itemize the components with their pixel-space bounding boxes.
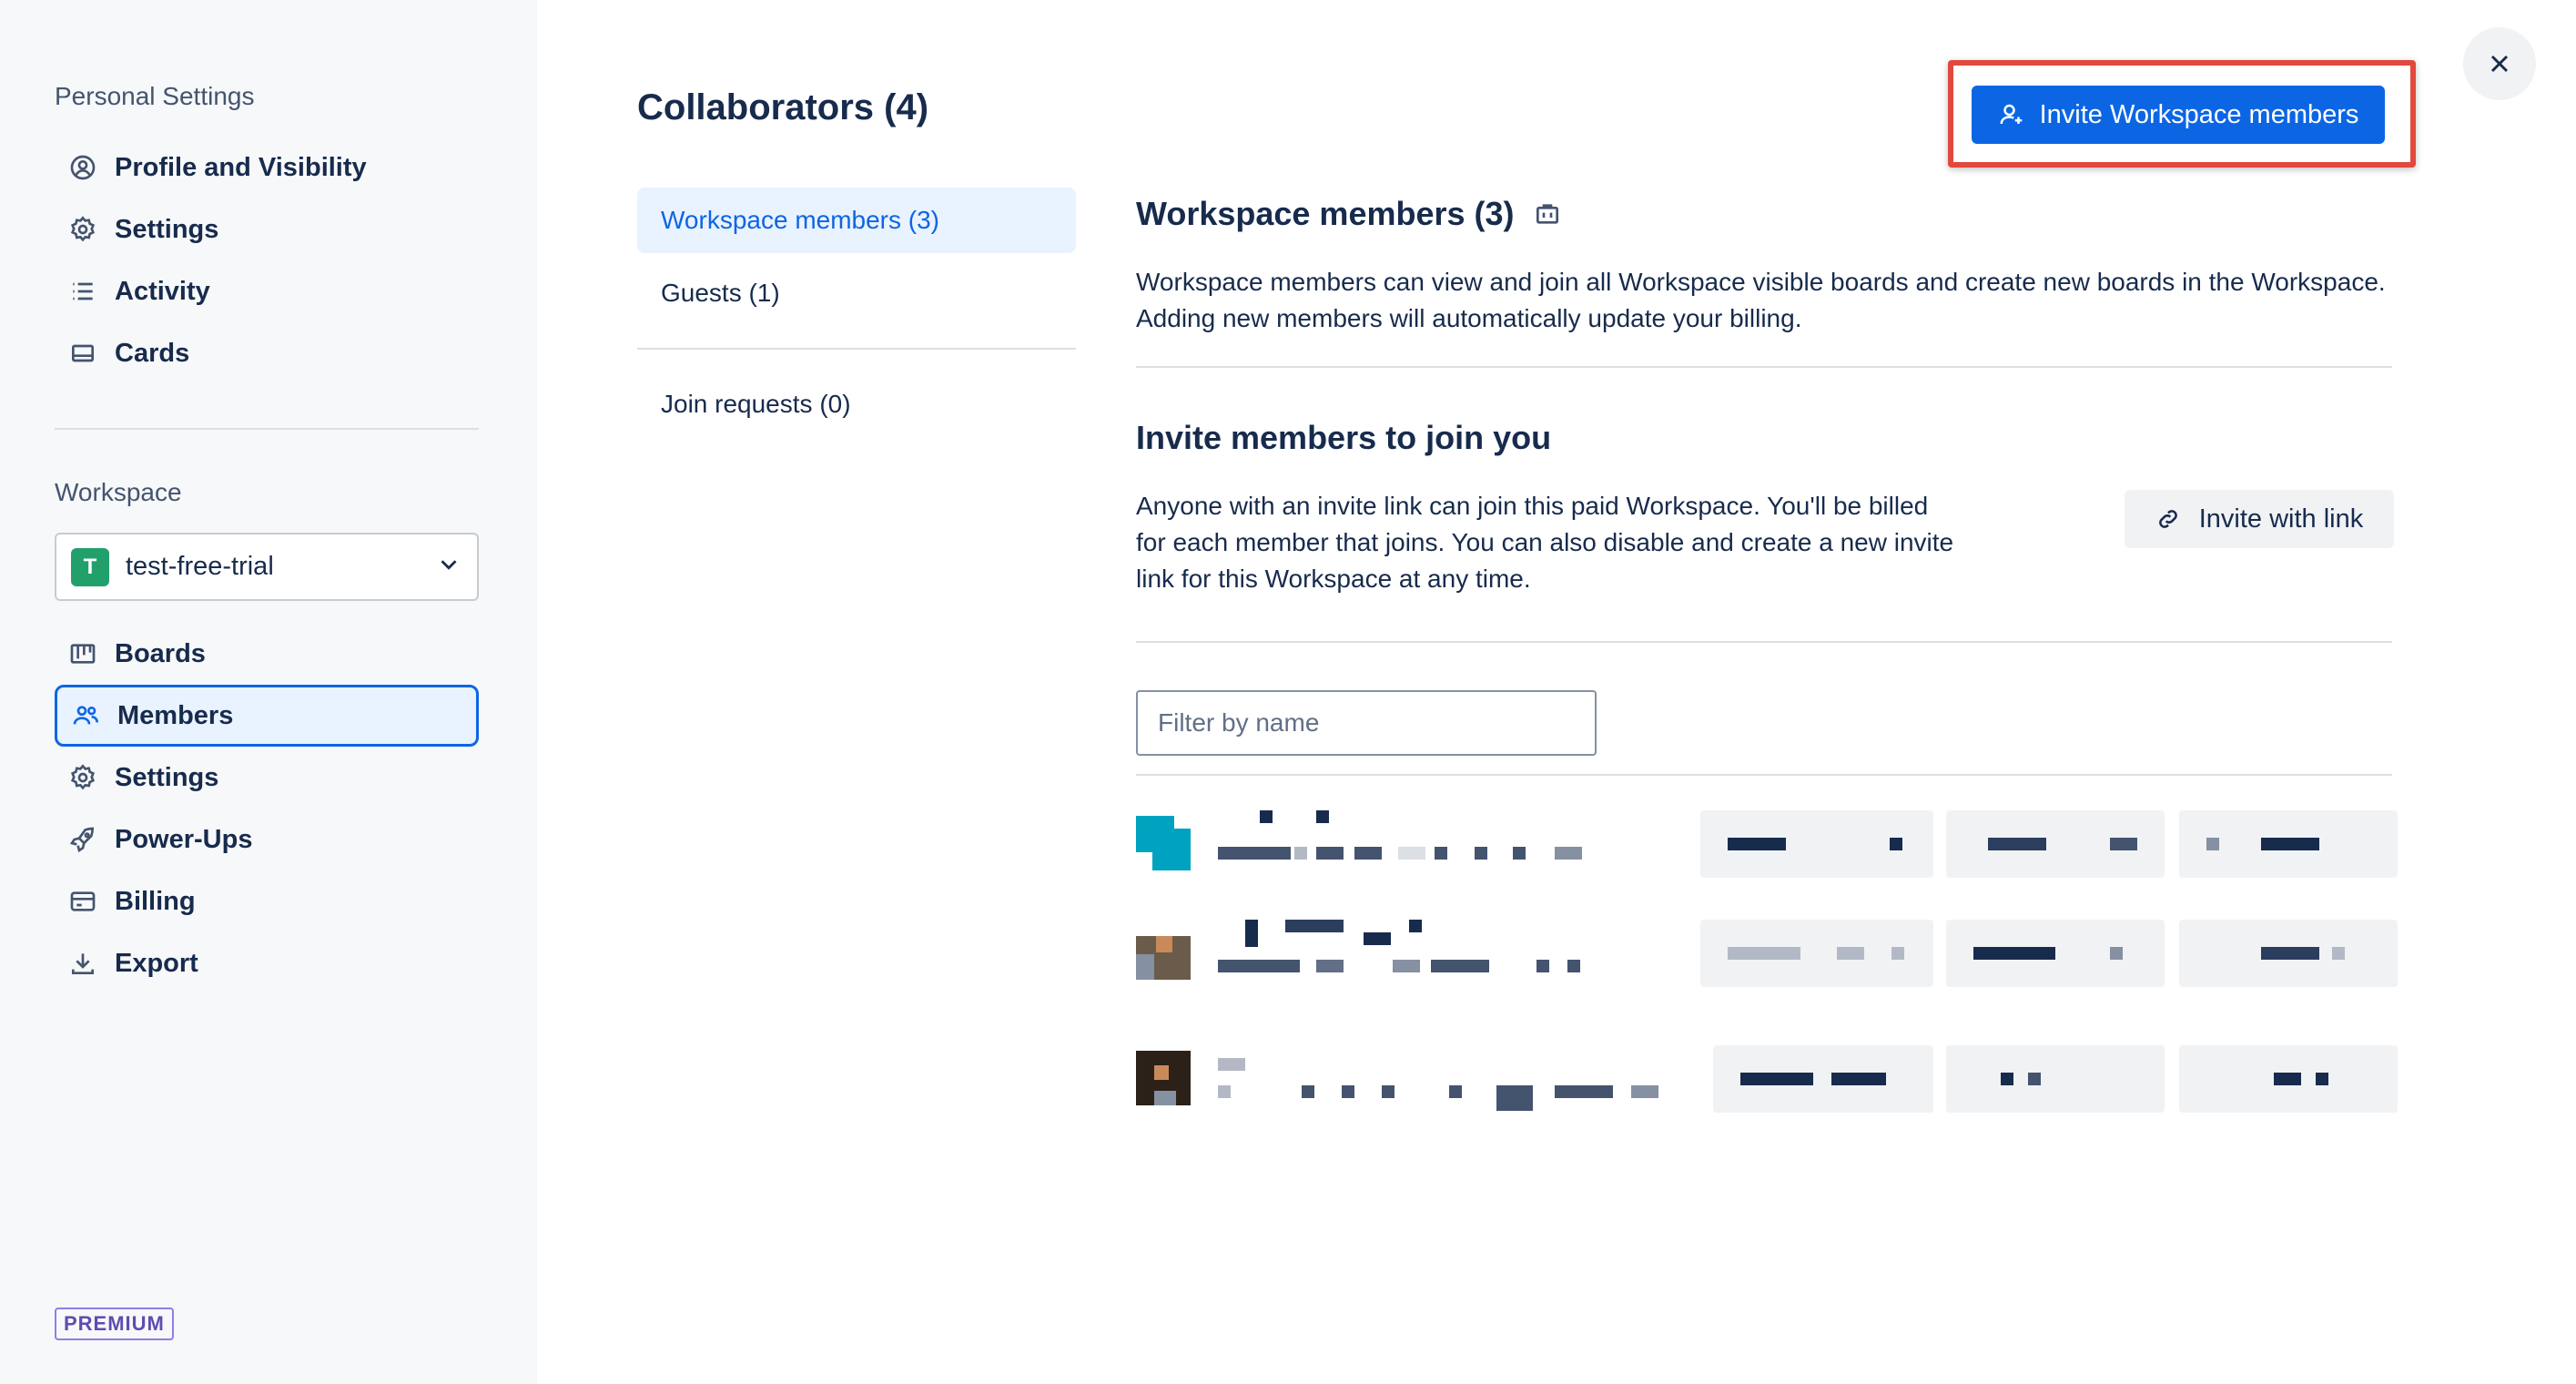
sidebar-item-label: Profile and Visibility bbox=[115, 152, 367, 182]
workspace-members-description: Workspace members can view and join all … bbox=[1136, 268, 2386, 332]
workspace-members-heading: Workspace members (3) bbox=[1136, 195, 1562, 233]
card-icon bbox=[67, 338, 98, 369]
sidebar-item-label: Billing bbox=[115, 886, 196, 916]
list-icon bbox=[67, 276, 98, 307]
sidebar-item-label: Members bbox=[117, 700, 234, 730]
download-icon bbox=[67, 948, 98, 979]
sidebar-item-label: Power-Ups bbox=[115, 824, 253, 854]
sidebar-item-billing[interactable]: Billing bbox=[55, 870, 479, 932]
member-cell-redacted bbox=[1713, 1045, 1933, 1113]
briefcase-info-icon[interactable] bbox=[1533, 199, 1562, 229]
sidebar-item-personal-settings[interactable]: Settings bbox=[55, 198, 479, 260]
link-icon bbox=[2158, 510, 2177, 528]
invite-workspace-members-button[interactable]: Invite Workspace members bbox=[1972, 86, 2385, 144]
workspace-select[interactable]: T test-free-trial bbox=[55, 533, 479, 601]
avatar bbox=[1136, 925, 1191, 980]
credit-card-icon bbox=[67, 886, 98, 917]
gear-icon bbox=[67, 214, 98, 245]
member-cell-redacted bbox=[1946, 1045, 2165, 1113]
sidebar-item-cards[interactable]: Cards bbox=[55, 322, 479, 384]
add-user-icon bbox=[2000, 104, 2022, 125]
sidebar-divider bbox=[55, 428, 479, 430]
sidebar-item-activity[interactable]: Activity bbox=[55, 260, 479, 322]
settings-sidebar: Personal Settings Profile and Visibility… bbox=[0, 0, 537, 1384]
invite-members-heading-text: Invite members to join you bbox=[1136, 419, 1552, 456]
section-divider bbox=[1136, 641, 2392, 643]
sidebar-item-label: Export bbox=[115, 948, 198, 978]
workspace-name: test-free-trial bbox=[126, 552, 274, 581]
sidebar-item-members[interactable]: Members bbox=[55, 685, 479, 747]
list-divider bbox=[1136, 774, 2392, 776]
filter-by-name-input[interactable] bbox=[1136, 690, 1597, 756]
sidebar-item-export[interactable]: Export bbox=[55, 932, 479, 994]
member-cell-redacted bbox=[1700, 920, 1933, 987]
tab-guests[interactable]: Guests (1) bbox=[637, 260, 1076, 326]
member-info-redacted bbox=[1218, 1045, 1658, 1118]
member-info-redacted bbox=[1218, 920, 1655, 992]
board-icon bbox=[67, 638, 98, 669]
sidebar-item-label: Activity bbox=[115, 276, 210, 306]
close-icon bbox=[2490, 55, 2509, 73]
member-row[interactable] bbox=[1136, 1045, 2410, 1118]
personal-settings-title: Personal Settings bbox=[55, 82, 255, 110]
sidebar-item-workspace-settings[interactable]: Settings bbox=[55, 747, 479, 809]
tab-join-requests[interactable]: Join requests (0) bbox=[637, 371, 1076, 437]
tab-workspace-members[interactable]: Workspace members (3) bbox=[637, 188, 1076, 253]
chevron-down-icon bbox=[435, 551, 462, 583]
gear-icon bbox=[67, 762, 98, 793]
member-cell-redacted bbox=[2179, 1045, 2398, 1113]
sidebar-item-label: Boards bbox=[115, 638, 206, 668]
member-row[interactable] bbox=[1136, 810, 2410, 883]
tabs-divider bbox=[637, 348, 1076, 350]
close-button[interactable] bbox=[2463, 27, 2536, 100]
member-cell-redacted bbox=[1946, 810, 2165, 878]
sidebar-item-label: Settings bbox=[115, 762, 219, 792]
avatar bbox=[1136, 1051, 1191, 1105]
member-cell-redacted bbox=[1946, 920, 2165, 987]
invite-with-link-button[interactable]: Invite with link bbox=[2125, 490, 2394, 548]
sidebar-item-profile[interactable]: Profile and Visibility bbox=[55, 137, 479, 198]
workspace-members-heading-text: Workspace members (3) bbox=[1136, 195, 1515, 232]
workspace-avatar: T bbox=[71, 547, 109, 586]
invite-members-heading: Invite members to join you bbox=[1136, 419, 1551, 457]
member-info-redacted bbox=[1218, 810, 1655, 883]
sidebar-item-label: Cards bbox=[115, 338, 190, 368]
plan-badge: PREMIUM bbox=[55, 1308, 174, 1340]
member-cell-redacted bbox=[2179, 920, 2398, 987]
invite-members-description: Anyone with an invite link can join this… bbox=[1136, 492, 1954, 593]
app-root: Personal Settings Profile and Visibility… bbox=[0, 0, 2576, 1384]
sidebar-item-label: Settings bbox=[115, 214, 219, 244]
member-row[interactable] bbox=[1136, 920, 2410, 992]
member-cell-redacted bbox=[1700, 810, 1933, 878]
workspace-title: Workspace bbox=[55, 478, 182, 506]
invite-workspace-members-label: Invite Workspace members bbox=[2039, 99, 2359, 129]
page-title: Collaborators (4) bbox=[637, 87, 929, 127]
sidebar-item-boards[interactable]: Boards bbox=[55, 623, 479, 685]
user-circle-icon bbox=[67, 152, 98, 183]
rocket-icon bbox=[67, 824, 98, 855]
avatar bbox=[1136, 816, 1191, 870]
people-icon bbox=[70, 700, 101, 731]
member-cell-redacted bbox=[2179, 810, 2398, 878]
invite-with-link-label: Invite with link bbox=[2198, 504, 2364, 534]
sidebar-item-power-ups[interactable]: Power-Ups bbox=[55, 809, 479, 870]
section-divider bbox=[1136, 366, 2392, 368]
